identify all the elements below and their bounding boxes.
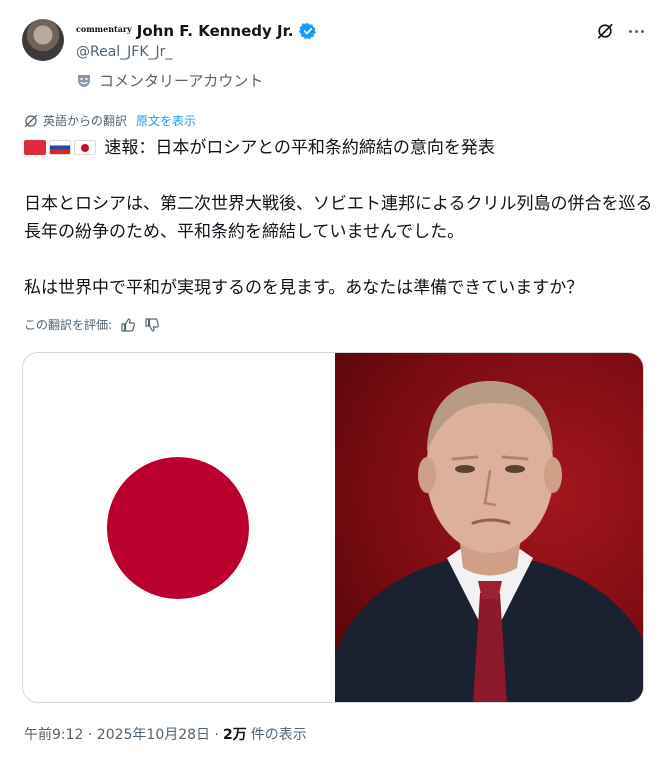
post-timestamp[interactable]: 午前9:12 · 2025年10月28日 · bbox=[24, 724, 219, 744]
japan-flag-image[interactable] bbox=[23, 353, 335, 702]
post-paragraph-2: 私は世界中で平和が実現するのを見ます。あなたは準備できていますか？ bbox=[24, 278, 584, 298]
more-options-icon[interactable] bbox=[625, 20, 647, 42]
siren-emoji-icon bbox=[24, 140, 46, 155]
post-text: 速報：日本がロシアとの平和条約締結の意向を発表 日本とロシアは、第二次世界大戦後… bbox=[24, 134, 654, 302]
post-headline: 速報：日本がロシアとの平和条約締結の意向を発表 bbox=[104, 138, 495, 158]
rate-translation: この翻訳を評価: bbox=[24, 316, 160, 333]
views-count: 2万 bbox=[222, 727, 247, 743]
japan-flag-sun bbox=[107, 457, 249, 599]
translation-info: 英語からの翻訳 原文を表示 bbox=[24, 112, 196, 129]
theater-mask-icon bbox=[78, 74, 90, 87]
post-headline-line: 速報：日本がロシアとの平和条約締結の意向を発表 bbox=[24, 134, 654, 162]
grok-icon[interactable] bbox=[596, 22, 614, 40]
author-handle[interactable]: @Real_JFK_Jr_ bbox=[76, 44, 172, 60]
portrait-figure bbox=[335, 381, 643, 702]
display-name[interactable]: John F. Kennedy Jr. bbox=[137, 22, 294, 40]
views-label: 件の表示 bbox=[250, 727, 307, 743]
post-meta: 午前9:12 · 2025年10月28日 · 2万 件の表示 bbox=[24, 724, 307, 744]
avatar[interactable] bbox=[22, 19, 64, 61]
portrait-photo[interactable] bbox=[335, 353, 643, 702]
commentary-account-label: コメンタリーアカウント bbox=[76, 70, 263, 91]
japan-flag-icon bbox=[74, 140, 96, 155]
post-paragraph-1: 日本とロシアは、第二次世界大戦後、ソビエト連邦によるクリル列島の併合を巡る長年の… bbox=[24, 194, 653, 242]
media-grid bbox=[22, 352, 644, 703]
russia-flag-icon bbox=[49, 140, 71, 155]
affiliation-badge[interactable]: commentary bbox=[76, 24, 132, 34]
rate-translation-label: この翻訳を評価: bbox=[24, 318, 113, 332]
commentary-label-text: コメンタリーアカウント bbox=[99, 72, 264, 90]
show-original-link[interactable]: 原文を表示 bbox=[136, 112, 196, 129]
translate-icon bbox=[24, 114, 38, 127]
thumbs-up-icon[interactable] bbox=[120, 317, 136, 333]
translated-from-label: 英語からの翻訳 bbox=[43, 114, 128, 128]
verified-badge-icon[interactable] bbox=[298, 22, 317, 40]
author-name-row: commentary John F. Kennedy Jr. bbox=[76, 20, 317, 42]
thumbs-down-icon[interactable] bbox=[144, 317, 160, 333]
